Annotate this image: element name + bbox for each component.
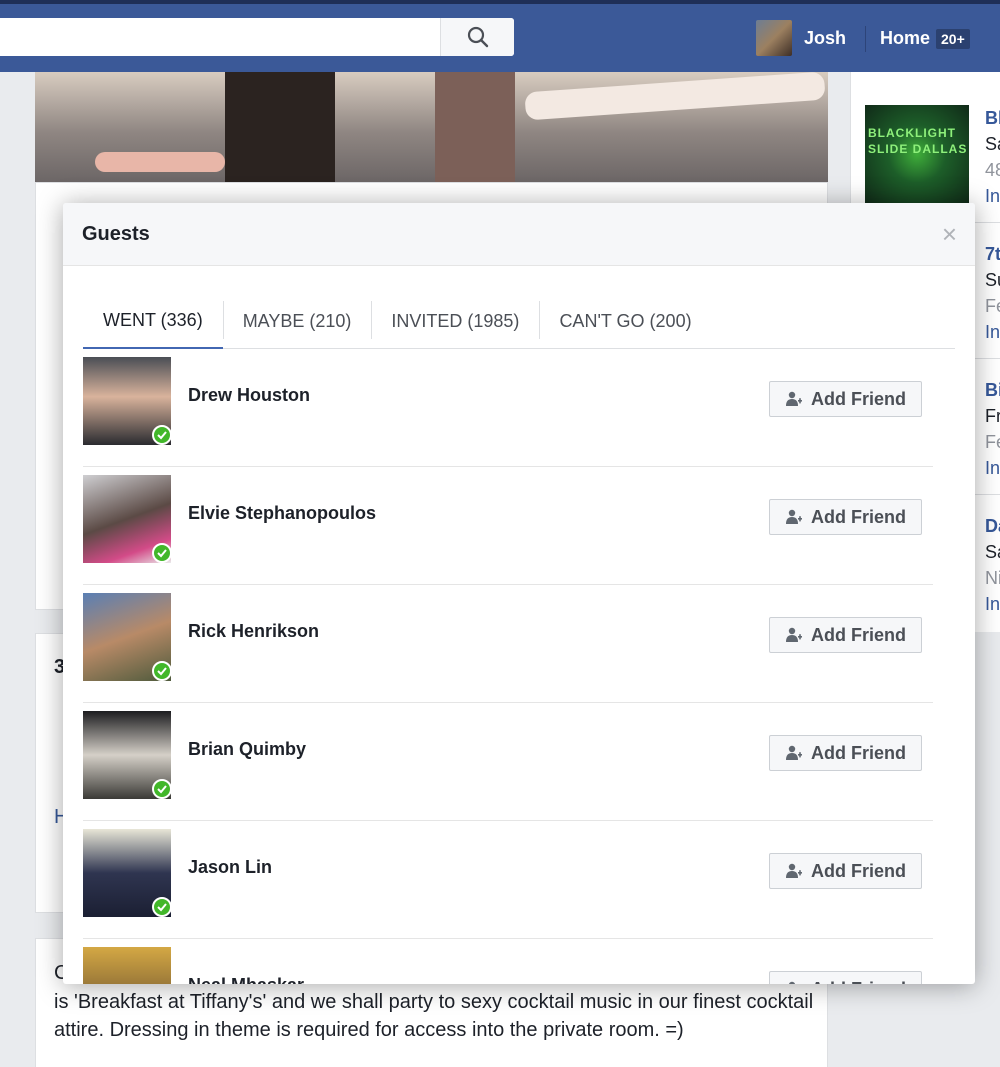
list-item: Neal Mhaskar Add Friend [83,939,933,984]
list-item: Rick Henrikson Add Friend [83,585,933,703]
search-input[interactable] [0,18,514,56]
guest-tabs: WENT (336) MAYBE (210) INVITED (1985) CA… [83,293,955,349]
guest-photo[interactable] [83,947,171,984]
suggested-event-meta: 48 [985,160,1000,180]
suggested-event-title[interactable]: Da [985,516,1000,537]
guests-dialog: Guests × WENT (336) MAYBE (210) INVITED … [63,203,975,984]
add-friend-label: Add Friend [811,624,906,645]
add-friend-icon [786,745,802,760]
user-name: Josh [804,27,847,48]
notification-count-badge: 20+ [936,28,970,49]
search-button[interactable] [440,18,514,56]
went-check-icon [152,897,172,917]
add-friend-label: Add Friend [811,860,906,881]
interested-link[interactable]: In [985,594,1000,615]
guest-name[interactable]: Brian Quimby [188,739,306,760]
add-friend-label: Add Friend [811,742,906,763]
add-friend-button[interactable]: Add Friend [769,853,922,889]
guest-name[interactable]: Elvie Stephanopoulos [188,503,376,524]
interested-link[interactable]: In [985,458,1000,479]
went-check-icon [152,779,172,799]
tab-went[interactable]: WENT (336) [83,293,223,349]
went-check-icon [152,425,172,445]
tab-maybe[interactable]: MAYBE (210) [222,293,372,349]
suggested-event-meta: Fe [985,432,1000,452]
guest-name[interactable]: Neal Mhaskar [188,975,304,984]
topbar-divider [865,26,866,52]
dialog-header: Guests × [63,203,975,266]
cover-detail [524,72,826,121]
search-icon [467,26,488,48]
guest-name[interactable]: Jason Lin [188,857,272,878]
event-thumbnail-text: BLACKLIGHT SLIDE DALLAS [868,126,968,156]
add-friend-icon [786,863,802,878]
event-description: is 'Breakfast at Tiffany's' and we shall… [54,991,814,1041]
suggested-event-date: Sa [985,542,1000,562]
add-friend-label: Add Friend [811,388,906,409]
guest-name[interactable]: Drew Houston [188,385,310,406]
cover-detail [225,72,335,182]
suggested-event-meta: Ni [985,568,1000,588]
went-check-icon [152,543,172,563]
list-item: Drew Houston Add Friend [83,349,933,467]
suggested-event-date: Sa [985,134,1000,154]
list-item: Brian Quimby Add Friend [83,703,933,821]
add-friend-icon [786,627,802,642]
home-label: Home [880,28,931,48]
add-friend-icon [788,981,796,984]
interested-link[interactable]: In [985,322,1000,343]
tab-invited[interactable]: INVITED (1985) [371,293,539,349]
add-friend-button[interactable]: Add Friend [769,381,922,417]
add-friend-label: Add Friend [811,979,906,985]
avatar [756,20,792,56]
list-item: Elvie Stephanopoulos Add Friend [83,467,933,585]
add-friend-icon [786,509,802,524]
add-friend-button[interactable]: Add Friend [769,617,922,653]
tab-cant-go[interactable]: CAN'T GO (200) [539,293,711,349]
guest-name[interactable]: Rick Henrikson [188,621,319,642]
add-friend-icon [786,391,802,406]
suggested-event-date: Su [985,270,1000,290]
interested-link[interactable]: In [985,186,1000,207]
home-link[interactable]: Home 20+ [880,28,970,49]
add-friend-button[interactable]: Add Friend [769,971,922,984]
add-friend-button[interactable]: Add Friend [769,735,922,771]
went-check-icon [152,661,172,681]
suggested-event-title[interactable]: Bi [985,380,1000,401]
add-friend-button[interactable]: Add Friend [769,499,922,535]
cover-detail [95,152,225,172]
event-cover-photo [35,72,828,182]
suggested-event-meta: Fe [985,296,1000,316]
close-icon[interactable]: × [942,219,957,249]
suggested-event-title[interactable]: Bl [985,108,1000,129]
profile-link[interactable]: Josh [756,20,846,56]
suggested-event-date: Fr [985,406,1000,426]
dialog-title: Guests [82,223,150,245]
top-navigation-bar: Josh Home 20+ [0,0,1000,72]
add-friend-label: Add Friend [811,506,906,527]
suggested-event-title[interactable]: 7t [985,244,1000,265]
cover-detail [435,72,515,182]
list-item: Jason Lin Add Friend [83,821,933,939]
guest-list: Drew Houston Add Friend Elvie Stephanopo… [83,349,933,984]
